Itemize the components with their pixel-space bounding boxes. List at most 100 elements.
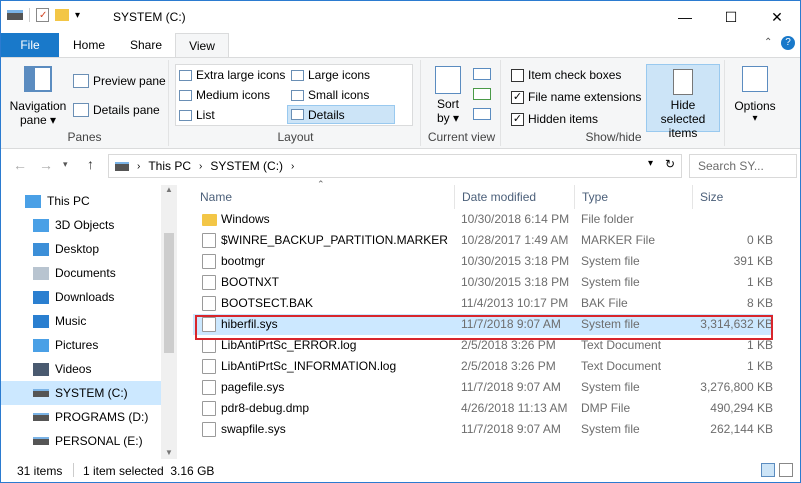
sidebar-item-this-pc[interactable]: This PC (1, 189, 161, 213)
extra-large-icons-button[interactable]: Extra large icons (179, 68, 285, 82)
file-icon (202, 401, 216, 416)
file-icon (202, 254, 216, 269)
column-header-size[interactable]: Size (693, 185, 773, 209)
cell-date: 11/4/2013 10:17 PM (461, 296, 569, 310)
sidebar-item-videos[interactable]: Videos (1, 357, 161, 381)
search-input[interactable]: Search SY... (689, 154, 797, 178)
size-columns-icon[interactable] (473, 108, 491, 120)
table-row[interactable]: bootmgr 10/30/2015 3:18 PM System file 391 … (193, 251, 773, 272)
ribbon-tabs: File Home Share View ⌃ ? (1, 33, 800, 58)
column-header-type[interactable]: Type (575, 185, 693, 209)
options-dropdown-icon: ▾ (752, 113, 758, 124)
quick-access-toolbar: ✓ ▾ (7, 8, 80, 22)
scroll-down-icon[interactable]: ▼ (165, 448, 173, 457)
file-name-extensions-label: File name extensions (528, 90, 642, 104)
cell-name: pdr8-debug.dmp (221, 401, 310, 415)
details-button[interactable]: Details (287, 105, 395, 124)
file-name-extensions-checkbox[interactable]: ✓ (511, 90, 524, 104)
large-icons-icon (291, 69, 304, 81)
sidebar-item-documents[interactable]: Documents (1, 261, 161, 285)
sidebar-item-programs-d[interactable]: PROGRAMS (D:) (1, 405, 161, 429)
details-pane-button[interactable]: Details pane (73, 103, 160, 117)
tab-share[interactable]: Share (119, 33, 173, 57)
current-view-group-label: Current view (427, 130, 496, 144)
file-list-scrollbar[interactable] (784, 185, 800, 459)
new-folder-icon[interactable] (55, 9, 69, 21)
address-box[interactable]: › This PC › SYSTEM (C:) › ▾ ↻ (108, 154, 682, 178)
address-dropdown-icon[interactable]: ▾ (648, 158, 653, 169)
sort-by-button[interactable]: Sort by ▾ (431, 66, 465, 125)
hidden-items-option[interactable]: ✓ Hidden items (511, 112, 598, 126)
up-arrow-icon[interactable]: ↑ (87, 156, 94, 172)
table-row[interactable]: Windows 10/30/2018 6:14 PM File folder (193, 209, 773, 230)
sidebar-item-personal-e[interactable]: PERSONAL (E:) (1, 429, 161, 453)
refresh-icon[interactable]: ↻ (665, 157, 675, 171)
cell-date: 10/30/2018 6:14 PM (461, 212, 570, 226)
table-row[interactable]: pagefile.sys 11/7/2018 9:07 AM System file… (193, 377, 773, 398)
navigation-scrollbar[interactable]: ▲ ▼ (161, 185, 177, 459)
navigation-pane: This PC 3D Objects Desktop Documents Downloa… (1, 185, 177, 459)
sidebar-item-system-c[interactable]: SYSTEM (C:) (1, 381, 161, 405)
recent-locations-icon[interactable]: ▾ (63, 159, 68, 170)
navigation-pane-button[interactable]: Navigation pane ▾ (7, 66, 69, 128)
sidebar-item-3d-objects[interactable]: 3D Objects (1, 213, 161, 237)
cell-name: BOOTSECT.BAK (221, 296, 314, 310)
column-header-date-modified[interactable]: Date modified (455, 185, 575, 209)
file-name-extensions-option[interactable]: ✓ File name extensions (511, 90, 641, 104)
hidden-items-checkbox[interactable]: ✓ (511, 112, 524, 126)
table-row[interactable]: BOOTNXT 10/30/2015 3:18 PM System file 1 KB (193, 272, 773, 293)
tab-home[interactable]: Home (63, 33, 115, 57)
sidebar-item-label: Documents (55, 266, 116, 280)
large-icons-button[interactable]: Large icons (291, 68, 370, 82)
scroll-up-icon[interactable]: ▲ (165, 185, 173, 194)
table-row[interactable]: swapfile.sys 11/7/2018 9:07 AM System file… (193, 419, 773, 440)
options-button[interactable]: Options ▾ (729, 66, 781, 124)
medium-icons-button[interactable]: Medium icons (179, 88, 270, 102)
sidebar-item-desktop[interactable]: Desktop (1, 237, 161, 261)
pictures-icon (33, 338, 49, 352)
minimize-button[interactable]: — (662, 1, 708, 33)
breadcrumb-sep-icon: › (291, 160, 295, 172)
sidebar-item-music[interactable]: Music (1, 309, 161, 333)
hide-selected-items-button[interactable]: Hide selected items (646, 64, 720, 140)
table-row[interactable]: $WINRE_BACKUP_PARTITION.MARKER 10/28/2017… (193, 230, 773, 251)
item-check-boxes-checkbox[interactable] (511, 68, 524, 82)
hidden-items-label: Hidden items (528, 112, 599, 126)
breadcrumb-this-pc[interactable]: This PC (148, 159, 191, 173)
details-view-toggle-icon[interactable] (761, 463, 775, 477)
table-row[interactable]: pdr8-debug.dmp 4/26/2018 11:13 AM DMP File… (193, 398, 773, 419)
customize-qat-icon[interactable]: ▾ (75, 10, 80, 21)
preview-pane-button[interactable]: Preview pane (73, 74, 166, 88)
group-by-icon[interactable] (473, 68, 491, 80)
cell-name: Windows (221, 212, 270, 226)
window-title: SYSTEM (C:) (113, 10, 186, 24)
sidebar-item-pictures[interactable]: Pictures (1, 333, 161, 357)
breadcrumb-system-c[interactable]: SYSTEM (C:) (210, 159, 283, 173)
panes-group: Navigation pane ▾ Preview pane Details p… (1, 60, 169, 146)
tab-view[interactable]: View (175, 33, 229, 58)
hide-selected-icon (673, 69, 693, 95)
column-header-name[interactable]: Name (193, 185, 455, 209)
cell-size: 3,276,800 KB (700, 380, 773, 394)
add-columns-icon[interactable] (473, 88, 491, 100)
table-row[interactable]: LibAntiPrtSc_INFORMATION.log 2/5/2018 3:2… (193, 356, 773, 377)
minimize-ribbon-icon[interactable]: ⌃ (764, 37, 772, 48)
back-arrow-icon[interactable]: ← (13, 157, 27, 173)
list-button[interactable]: List (179, 108, 215, 122)
small-icons-button[interactable]: Small icons (291, 88, 369, 102)
cell-type: System file (581, 254, 640, 268)
maximize-button[interactable]: ☐ (708, 1, 754, 33)
large-icons-toggle-icon[interactable] (779, 463, 793, 477)
item-check-boxes-option[interactable]: Item check boxes (511, 68, 621, 82)
close-button[interactable]: ✕ (754, 1, 800, 33)
cell-date: 11/7/2018 9:07 AM (461, 380, 561, 394)
properties-icon[interactable]: ✓ (36, 8, 49, 22)
table-row[interactable]: BOOTSECT.BAK 11/4/2013 10:17 PM BAK File 8 … (193, 293, 773, 314)
cell-type: DMP File (581, 401, 631, 415)
preview-pane-label: Preview pane (93, 74, 166, 88)
tab-file[interactable]: File (1, 33, 59, 57)
scroll-thumb[interactable] (164, 233, 174, 353)
sidebar-item-downloads[interactable]: Downloads (1, 285, 161, 309)
forward-arrow-icon[interactable]: → (39, 157, 53, 173)
help-icon[interactable]: ? (781, 36, 795, 50)
